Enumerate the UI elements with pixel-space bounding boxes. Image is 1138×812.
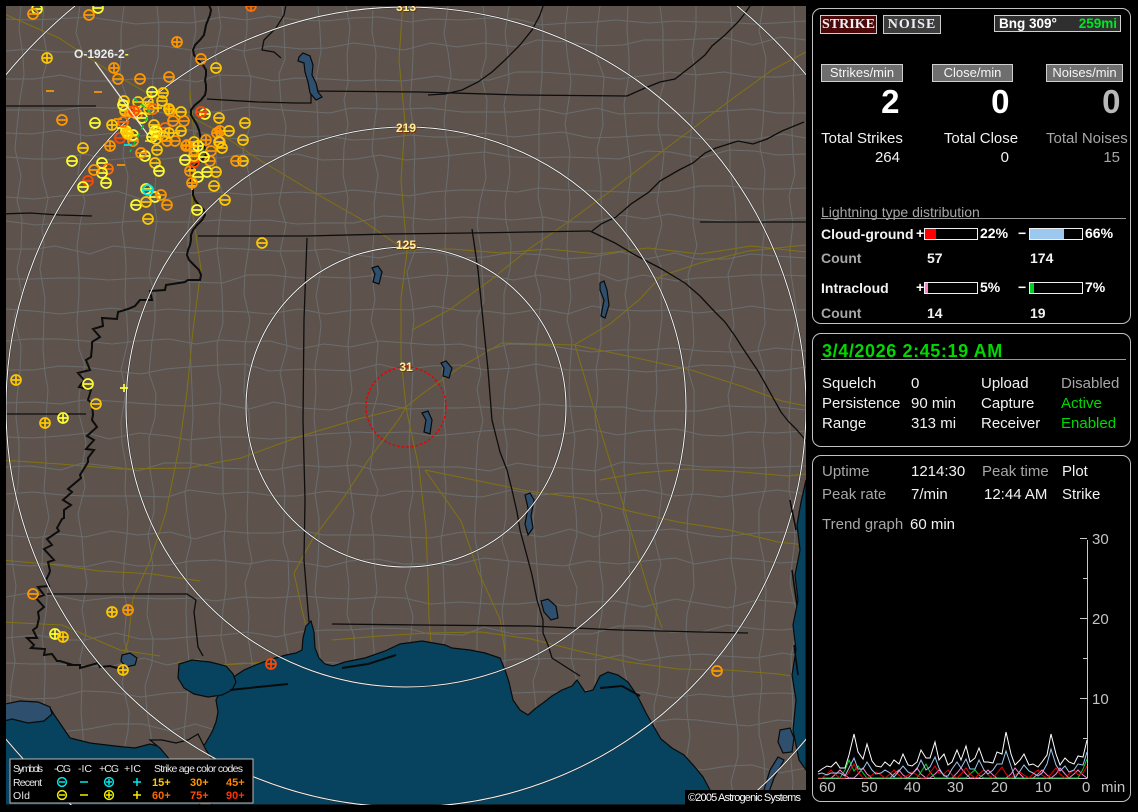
svg-text:O-1926-2-: O-1926-2- <box>74 47 129 61</box>
svg-text:60: 60 <box>819 779 836 796</box>
svg-text:90+: 90+ <box>226 790 245 802</box>
svg-text:15+: 15+ <box>152 777 171 789</box>
svg-text:+IC: +IC <box>124 763 141 775</box>
svg-text:Recent: Recent <box>13 777 42 789</box>
svg-text:min: min <box>1101 779 1125 796</box>
svg-text:0: 0 <box>1082 779 1090 796</box>
svg-text:125: 125 <box>396 238 416 252</box>
svg-text:Symbols: Symbols <box>13 763 43 775</box>
svg-text:10: 10 <box>1035 779 1052 796</box>
svg-text:219: 219 <box>396 121 416 135</box>
svg-text:+CG: +CG <box>99 763 119 775</box>
svg-text:313: 313 <box>396 6 416 14</box>
svg-text:30+: 30+ <box>190 777 209 789</box>
svg-text:Strike age color codes: Strike age color codes <box>154 763 243 775</box>
svg-text:20: 20 <box>991 779 1008 796</box>
svg-text:©2005 Astrogenic Systems: ©2005 Astrogenic Systems <box>688 792 802 804</box>
svg-text:30: 30 <box>947 779 964 796</box>
svg-text:10: 10 <box>1092 691 1109 708</box>
svg-text:-CG: -CG <box>54 763 71 775</box>
svg-text:30: 30 <box>1092 531 1109 548</box>
svg-text:-IC: -IC <box>78 763 92 775</box>
svg-text:50: 50 <box>861 779 878 796</box>
svg-text:31: 31 <box>399 360 413 374</box>
svg-text:40: 40 <box>904 779 921 796</box>
svg-text:20: 20 <box>1092 611 1109 628</box>
svg-text:60+: 60+ <box>152 790 171 802</box>
svg-text:75+: 75+ <box>190 790 209 802</box>
svg-text:45+: 45+ <box>226 777 245 789</box>
svg-text:Old: Old <box>13 790 30 802</box>
